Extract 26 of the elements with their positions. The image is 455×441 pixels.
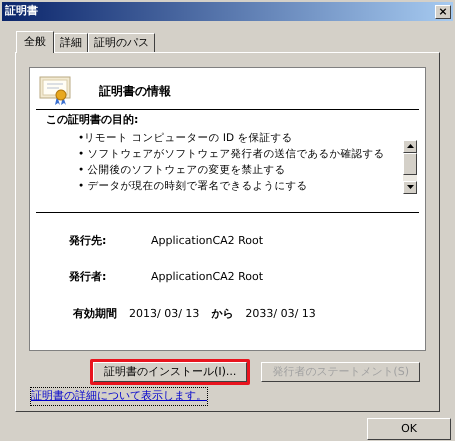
purpose-item: • データが現在の時刻で署名できるようにする: [78, 178, 309, 194]
purpose-item: • ソフトウェアがソフトウェア発行者の送信であるか確認する: [78, 146, 385, 162]
validity-label: 有効期間: [73, 306, 117, 322]
purpose-item: • 公開後のソフトウェアの変更を禁止する: [78, 162, 287, 178]
tab[interactable]: 全般: [16, 31, 54, 53]
field-value: ApplicationCA2 Root: [151, 232, 264, 248]
valid-to-date: 2033/ 03/ 13: [245, 306, 316, 322]
window-title: 証明書: [5, 3, 38, 20]
close-button[interactable]: ×: [435, 4, 451, 18]
details-link[interactable]: 証明書の詳細について表示します。: [30, 387, 208, 406]
info-heading: 証明書の情報: [99, 83, 171, 100]
validity-connector: から: [211, 306, 234, 322]
tab[interactable]: 証明のパス: [88, 33, 155, 52]
field-label: 発行先:: [69, 232, 108, 248]
certificate-icon: [39, 76, 71, 106]
scrollbar[interactable]: [403, 140, 417, 194]
purpose-label: この証明書の目的:: [45, 112, 140, 128]
scroll-up-icon[interactable]: [406, 144, 414, 148]
purpose-item: •リモート コンピューターの ID を保証する: [78, 130, 294, 146]
install-certificate-button[interactable]: 証明書のインストール(I)...: [93, 362, 248, 382]
field-label: 発行者:: [69, 269, 108, 285]
tab[interactable]: 詳細: [54, 33, 88, 52]
scroll-down-icon[interactable]: [406, 185, 414, 189]
ok-button[interactable]: OK: [367, 418, 451, 440]
field-value: ApplicationCA2 Root: [151, 269, 264, 285]
valid-from-date: 2013/ 03/ 13: [129, 306, 200, 322]
